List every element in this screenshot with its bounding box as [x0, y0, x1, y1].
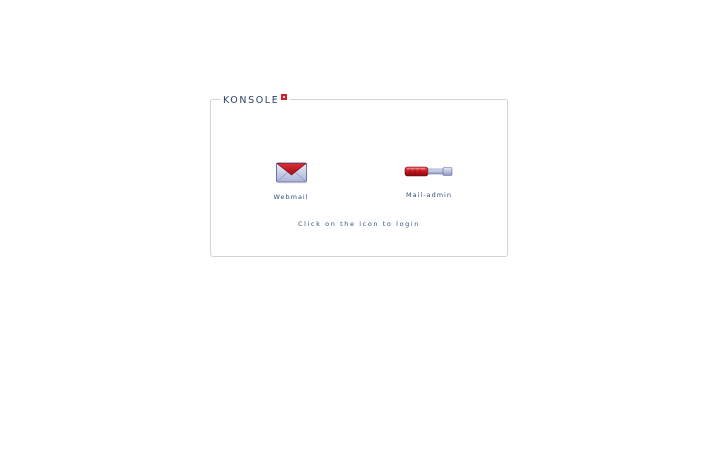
- mail-admin-launcher[interactable]: Mail-admin: [394, 163, 464, 199]
- webmail-label[interactable]: Webmail: [273, 193, 308, 201]
- screwdriver-icon[interactable]: [404, 163, 454, 181]
- login-instruction: Click on the icon to login: [297, 220, 421, 228]
- envelope-icon[interactable]: [275, 161, 308, 184]
- brand-header: KONSOLE: [220, 93, 291, 107]
- webmail-launcher[interactable]: Webmail: [261, 161, 321, 201]
- brand-name: KONSOLE: [223, 95, 280, 106]
- mail-admin-label[interactable]: Mail-admin: [406, 191, 452, 199]
- login-page: KONSOLE Webmail Mail-admin Click on the …: [0, 0, 720, 450]
- brand-badge-icon: [281, 94, 288, 100]
